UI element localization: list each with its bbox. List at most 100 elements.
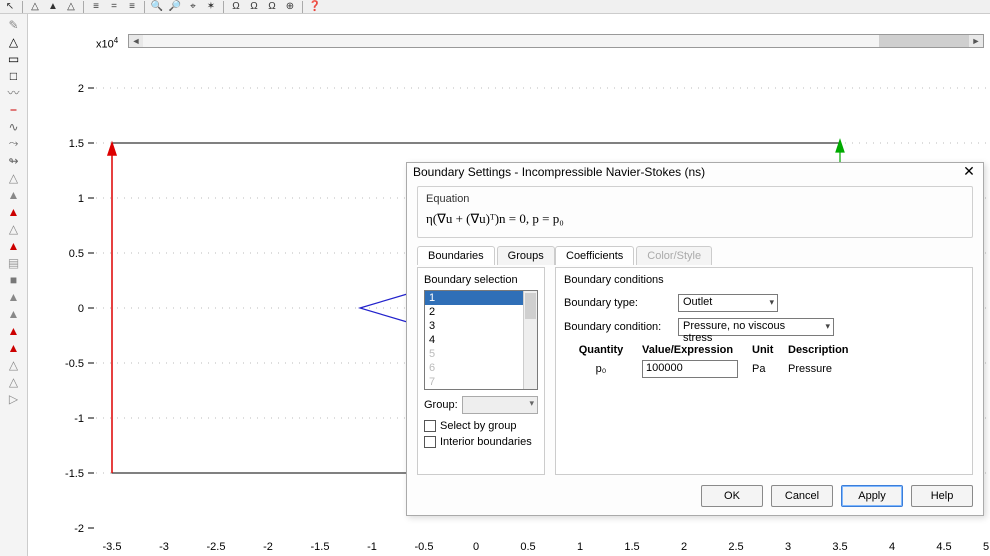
list-item[interactable]: 1 — [425, 291, 537, 305]
tab-boundaries[interactable]: Boundaries — [417, 246, 495, 265]
col-unit: Unit — [748, 342, 784, 358]
apply-button[interactable]: Apply — [841, 485, 903, 507]
tri-grey2-icon[interactable]: ▲ — [3, 288, 25, 305]
xtick-label: 2 — [681, 541, 687, 553]
xtick-label: -3.5 — [103, 541, 122, 553]
list-item[interactable]: 3 — [425, 319, 537, 333]
help-icon[interactable]: ❓ — [307, 1, 323, 13]
tri-red3-icon[interactable]: ▲ — [3, 322, 25, 339]
curve2-icon[interactable]: ↬ — [3, 152, 25, 169]
left-toolbar: ✎ △ ▭ □ 〰 ⎯ ∿ ⤳ ↬ △ ▲ ▲ △ ▲ ▤ ■ ▲ ▲ ▲ ▲ … — [0, 14, 28, 556]
help-button[interactable]: Help — [911, 485, 973, 507]
value-text: 100000 — [646, 362, 683, 374]
list-item[interactable]: 2 — [425, 305, 537, 319]
list-item[interactable]: 6 — [425, 361, 537, 375]
page-icon[interactable]: ▤ — [3, 254, 25, 271]
tri-red-icon[interactable]: ▲ — [3, 203, 25, 220]
xtick-label: 3 — [785, 541, 791, 553]
tri-outline-icon[interactable]: △ — [3, 33, 25, 50]
mountain-icon[interactable]: ▲ — [3, 305, 25, 322]
boundary-selection-label: Boundary selection — [424, 274, 538, 286]
boundary-condition-value: Pressure, no viscous stress — [683, 320, 785, 344]
ytick-label: -1 — [74, 413, 84, 425]
select-by-group-checkbox[interactable] — [424, 420, 436, 432]
close-icon[interactable]: ✕ — [961, 164, 977, 180]
group-combo[interactable] — [462, 396, 538, 414]
xtick-label: 1.5 — [624, 541, 639, 553]
description-cell: Pressure — [784, 361, 964, 377]
dialog-buttons: OK Cancel Apply Help — [407, 479, 983, 515]
tri-red4-icon[interactable]: ▲ — [3, 339, 25, 356]
cursor-icon[interactable]: ↖ — [2, 1, 18, 13]
omega1-icon[interactable]: Ω — [228, 1, 244, 13]
tri-outline2-icon[interactable]: △ — [3, 356, 25, 373]
ok-button[interactable]: OK — [701, 485, 763, 507]
ytick-label: 0.5 — [69, 248, 84, 260]
boundary-condition-combo[interactable]: Pressure, no viscous stress — [678, 318, 834, 336]
xtick-label: -3 — [159, 541, 169, 553]
triangle-bold-icon[interactable]: ▲ — [45, 1, 61, 13]
zoom-in-icon[interactable]: 🔎 — [167, 1, 183, 13]
separator — [223, 1, 224, 13]
boundary-conditions-title: Boundary conditions — [564, 274, 964, 286]
xtick-label: -1.5 — [311, 541, 330, 553]
list-scroll-thumb[interactable] — [525, 293, 536, 319]
list-scrollbar[interactable] — [523, 291, 537, 389]
xtick-label: -1 — [367, 541, 377, 553]
value-input[interactable]: 100000 — [642, 360, 738, 378]
separator — [83, 1, 84, 13]
xtick-label: 3.5 — [832, 541, 847, 553]
bars-icon[interactable]: ≡ — [124, 1, 140, 13]
xtick-label: 0.5 — [520, 541, 535, 553]
tab-colorstyle[interactable]: Color/Style — [636, 246, 712, 265]
equals-icon[interactable]: = — [106, 1, 122, 13]
tri-grey-icon[interactable]: △ — [3, 169, 25, 186]
bezier-icon[interactable]: ∿ — [3, 118, 25, 135]
curve-icon[interactable]: ⤳ — [3, 135, 25, 152]
tri-small-icon[interactable]: △ — [3, 220, 25, 237]
tri-red2-icon[interactable]: ▲ — [3, 237, 25, 254]
solid-grey-icon[interactable]: ■ — [3, 271, 25, 288]
globe-icon[interactable]: ⊕ — [282, 1, 298, 13]
equation-text: η(∇u + (∇u)ᵀ)n = 0, p = p₀ — [426, 211, 964, 227]
ytick-label: -0.5 — [65, 358, 84, 370]
triangle-eq-icon[interactable]: △ — [63, 1, 79, 13]
zoom-icon[interactable]: 🔍 — [149, 1, 165, 13]
hand-icon[interactable]: ✎ — [3, 16, 25, 33]
ytick-label: 1 — [78, 193, 84, 205]
square-icon[interactable]: □ — [3, 67, 25, 84]
list-item[interactable]: 7 — [425, 375, 537, 389]
col-description: Description — [784, 342, 964, 358]
tri-small2-icon[interactable]: ▷ — [3, 390, 25, 407]
plot-icon[interactable]: 〰 — [3, 84, 25, 101]
cancel-button[interactable]: Cancel — [771, 485, 833, 507]
dialog-title: Boundary Settings - Incompressible Navie… — [413, 165, 705, 179]
omega2-icon[interactable]: Ω — [246, 1, 262, 13]
xtick-label: 5 — [983, 541, 989, 553]
rect-icon[interactable]: ▭ — [3, 50, 25, 67]
interior-boundaries-checkbox[interactable] — [424, 436, 436, 448]
properties-header: Quantity Value/Expression Unit Descripti… — [564, 342, 964, 358]
triangle-icon[interactable]: △ — [27, 1, 43, 13]
dialog-titlebar[interactable]: Boundary Settings - Incompressible Navie… — [407, 163, 983, 180]
tab-groups[interactable]: Groups — [497, 246, 555, 265]
main-toolbar: ↖ △ ▲ △ ≡ = ≡ 🔍 🔎 ⌖ ✶ Ω Ω Ω ⊕ ❓ — [0, 0, 990, 14]
lines-icon[interactable]: ≡ — [88, 1, 104, 13]
zoom-region-icon[interactable]: ⌖ — [185, 1, 201, 13]
xtick-label: -2.5 — [207, 541, 226, 553]
boundary-type-combo[interactable]: Outlet — [678, 294, 778, 312]
ytick-label: 0 — [78, 303, 84, 315]
list-item[interactable]: 4 — [425, 333, 537, 347]
tab-coefficients[interactable]: Coefficients — [555, 246, 634, 265]
tri-line-icon[interactable]: ▲ — [3, 186, 25, 203]
tri-double-icon[interactable]: △ — [3, 373, 25, 390]
separator — [144, 1, 145, 13]
zoom-out-icon[interactable]: ✶ — [203, 1, 219, 13]
boundary-listbox[interactable]: 1 2 3 4 5 6 7 — [424, 290, 538, 390]
omega3-icon[interactable]: Ω — [264, 1, 280, 13]
list-item[interactable]: 5 — [425, 347, 537, 361]
line-red-icon[interactable]: ⎯ — [3, 101, 25, 118]
ytick-label: 2 — [78, 83, 84, 95]
select-by-group-label: Select by group — [440, 420, 516, 432]
xtick-label: 4.5 — [936, 541, 951, 553]
